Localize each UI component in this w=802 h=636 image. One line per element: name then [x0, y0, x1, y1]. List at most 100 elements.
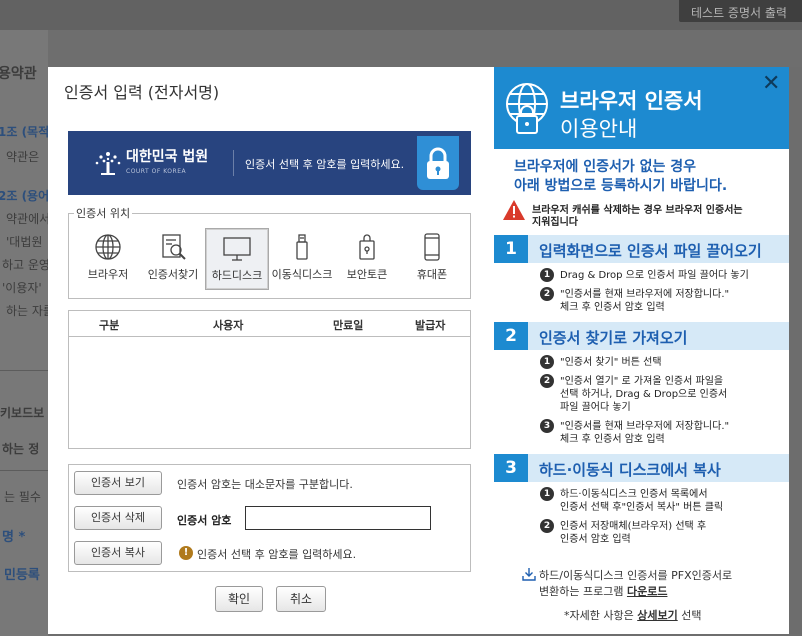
- bullet-2-icon: 2: [540, 374, 554, 388]
- pfx-note-prefix: 변환하는 프로그램: [539, 585, 624, 598]
- location-label: 하드디스크: [211, 269, 263, 282]
- cancel-button[interactable]: 취소: [276, 586, 326, 612]
- guide-intro: 아래 방법으로 등록하시기 바랍니다.: [514, 178, 728, 194]
- name-field-label: 명 *: [2, 530, 26, 545]
- step-text: "인증서를 현재 브라우저에 저장합니다.": [560, 289, 730, 300]
- lock-icon: [427, 147, 449, 179]
- step-text: "인증서 열기" 로 가져올 인증서 파일을: [560, 376, 724, 387]
- step-text: 인증서 암호 입력: [560, 534, 631, 545]
- location-hard-disk[interactable]: 하드디스크: [205, 228, 269, 290]
- court-logo-icon: [95, 152, 121, 175]
- copy-certificate-button[interactable]: 인증서 복사: [74, 541, 162, 565]
- terms-article-2: 2조 (용어: [0, 189, 50, 203]
- password-section: 인증서 보기 인증서 암호는 대소문자를 구분합니다. 인증서 삭제 인증서 암…: [68, 464, 471, 572]
- close-icon[interactable]: ✕: [762, 73, 780, 95]
- banner-divider: [233, 150, 234, 176]
- terms-text: 하고 운영: [2, 258, 50, 272]
- step-text: "인증서 찾기" 버튼 선택: [560, 357, 662, 368]
- warning-icon: [503, 200, 525, 220]
- delete-certificate-button[interactable]: 인증서 삭제: [74, 506, 162, 530]
- step-text: 인증서 저장매체(브라우저) 선택 후: [560, 521, 707, 532]
- step-text: 선택 하거나, Drag & Drop으로 인증서: [560, 389, 728, 400]
- step-2-header: 2 인증서 찾기로 가져오기: [494, 322, 789, 350]
- step-number: 1: [494, 235, 528, 263]
- column-header[interactable]: 발급자: [415, 317, 445, 333]
- search-cert-icon: [162, 234, 186, 260]
- pfx-download-link[interactable]: 다운로드: [627, 585, 667, 598]
- guide-title: 브라우저 인증서: [560, 89, 703, 113]
- terms-title: 용약관: [0, 66, 37, 82]
- bullet-2-icon: 2: [540, 519, 554, 533]
- browser-certificate-guide: 브라우저 인증서 이용안내 ✕ 브라우저에 인증서가 없는 경우 아래 방법으로…: [494, 67, 789, 634]
- step-text: 인증서 선택 후"인증서 복사" 버튼 클릭: [560, 502, 724, 513]
- view-certificate-button[interactable]: 인증서 보기: [74, 471, 162, 495]
- certificate-location-group: 인증서 위치 브라우저 인증서찾기 하드디스크 이동식디스크 보안토큰 휴대폰: [68, 205, 471, 299]
- cache-warning: 지워집니다: [532, 217, 578, 228]
- location-find-certificate[interactable]: 인증서찾기: [141, 228, 205, 290]
- column-header[interactable]: 구분: [99, 317, 119, 333]
- case-sensitivity-note: 인증서 암호는 대소문자를 구분합니다.: [177, 478, 353, 491]
- detail-link[interactable]: 상세보기: [637, 609, 677, 622]
- court-brand-sub: COURT OF KOREA: [126, 168, 187, 175]
- phone-icon: [424, 233, 440, 261]
- court-brand: 대한민국 법원: [126, 149, 209, 165]
- confirm-button[interactable]: 확인: [215, 586, 263, 612]
- step-title: 하드·이동식 디스크에서 복사: [539, 461, 721, 479]
- column-header[interactable]: 만료일: [333, 317, 363, 333]
- password-hint: 인증서 선택 후 암호를 입력하세요.: [197, 548, 357, 561]
- banner-guide-text: 인증서 선택 후 암호를 입력하세요.: [245, 158, 405, 171]
- dialog-title: 인증서 입력 (전자서명): [64, 83, 220, 102]
- terms-article-1: 1조 (목적: [0, 125, 50, 139]
- guide-intro: 브라우저에 인증서가 없는 경우: [514, 159, 697, 175]
- terms-text: 하는 자를: [6, 304, 54, 318]
- guide-header: 브라우저 인증서 이용안내: [494, 67, 789, 149]
- step-title: 입력화면으로 인증서 파일 끌어오기: [539, 242, 762, 260]
- step-number: 3: [494, 454, 528, 482]
- exclamation-icon: !: [179, 546, 193, 560]
- step-title: 인증서 찾기로 가져오기: [539, 329, 688, 347]
- location-removable-disk[interactable]: 이동식디스크: [270, 228, 334, 290]
- guide-subtitle: 이용안내: [560, 117, 638, 141]
- location-label: 이동식디스크: [271, 268, 333, 281]
- location-security-token[interactable]: 보안토큰: [335, 228, 399, 290]
- required-note: 는 필수: [4, 490, 41, 504]
- step-3-header: 3 하드·이동식 디스크에서 복사: [494, 454, 789, 482]
- password-label: 인증서 암호: [177, 514, 232, 527]
- usb-icon: [296, 234, 308, 260]
- certificate-list-table: 구분 사용자 만료일 발급자: [68, 310, 471, 449]
- globe-lock-icon: [506, 83, 548, 134]
- location-legend: 인증서 위치: [74, 205, 133, 221]
- table-header: 구분 사용자 만료일 발급자: [69, 311, 470, 337]
- keyboard-security-label: 키보드보: [0, 406, 45, 420]
- step-text: 파일 끌어다 놓기: [560, 402, 631, 413]
- bullet-1-icon: 1: [540, 355, 554, 369]
- print-test-certificate-button[interactable]: 테스트 증명서 출력: [679, 0, 802, 22]
- location-label: 휴대폰: [416, 268, 448, 281]
- location-mobile-phone[interactable]: 휴대폰: [400, 228, 464, 290]
- bullet-1-icon: 1: [540, 487, 554, 501]
- certificate-dialog: 인증서 입력 (전자서명) 대한민국 법원 COURT OF KOREA 인증서…: [48, 67, 494, 634]
- divider: [0, 370, 48, 371]
- page-scrollbar[interactable]: [789, 67, 802, 634]
- column-header[interactable]: 사용자: [213, 317, 243, 333]
- bullet-3-icon: 3: [540, 419, 554, 433]
- pfx-note-line2: 변환하는 프로그램 다운로드: [539, 583, 667, 599]
- terms-text: 약관은: [6, 150, 40, 164]
- location-label: 보안토큰: [346, 268, 388, 281]
- step-text: 하드·이동식디스크 인증서 목록에서: [560, 489, 708, 500]
- lock-badge: [417, 136, 459, 190]
- location-browser[interactable]: 브라우저: [76, 228, 140, 290]
- detail-suffix: 선택: [681, 609, 702, 622]
- monitor-icon: [223, 237, 251, 261]
- location-label: 인증서찾기: [147, 268, 199, 281]
- password-input[interactable]: [245, 506, 431, 530]
- step-text: "인증서를 현재 브라우저에 저장합니다.": [560, 421, 730, 432]
- step-1-header: 1 입력화면으로 인증서 파일 끌어오기: [494, 235, 789, 263]
- globe-icon: [95, 234, 121, 260]
- info-label: 하는 정: [2, 442, 40, 456]
- bullet-1-icon: 1: [540, 268, 554, 282]
- step-text: 체크 후 인증서 암호 입력: [560, 434, 665, 445]
- court-banner: 대한민국 법원 COURT OF KOREA 인증서 선택 후 암호를 입력하세…: [68, 131, 471, 195]
- resident-number-label: 민등록: [4, 568, 40, 583]
- step-text: 체크 후 인증서 암호 입력: [560, 302, 665, 313]
